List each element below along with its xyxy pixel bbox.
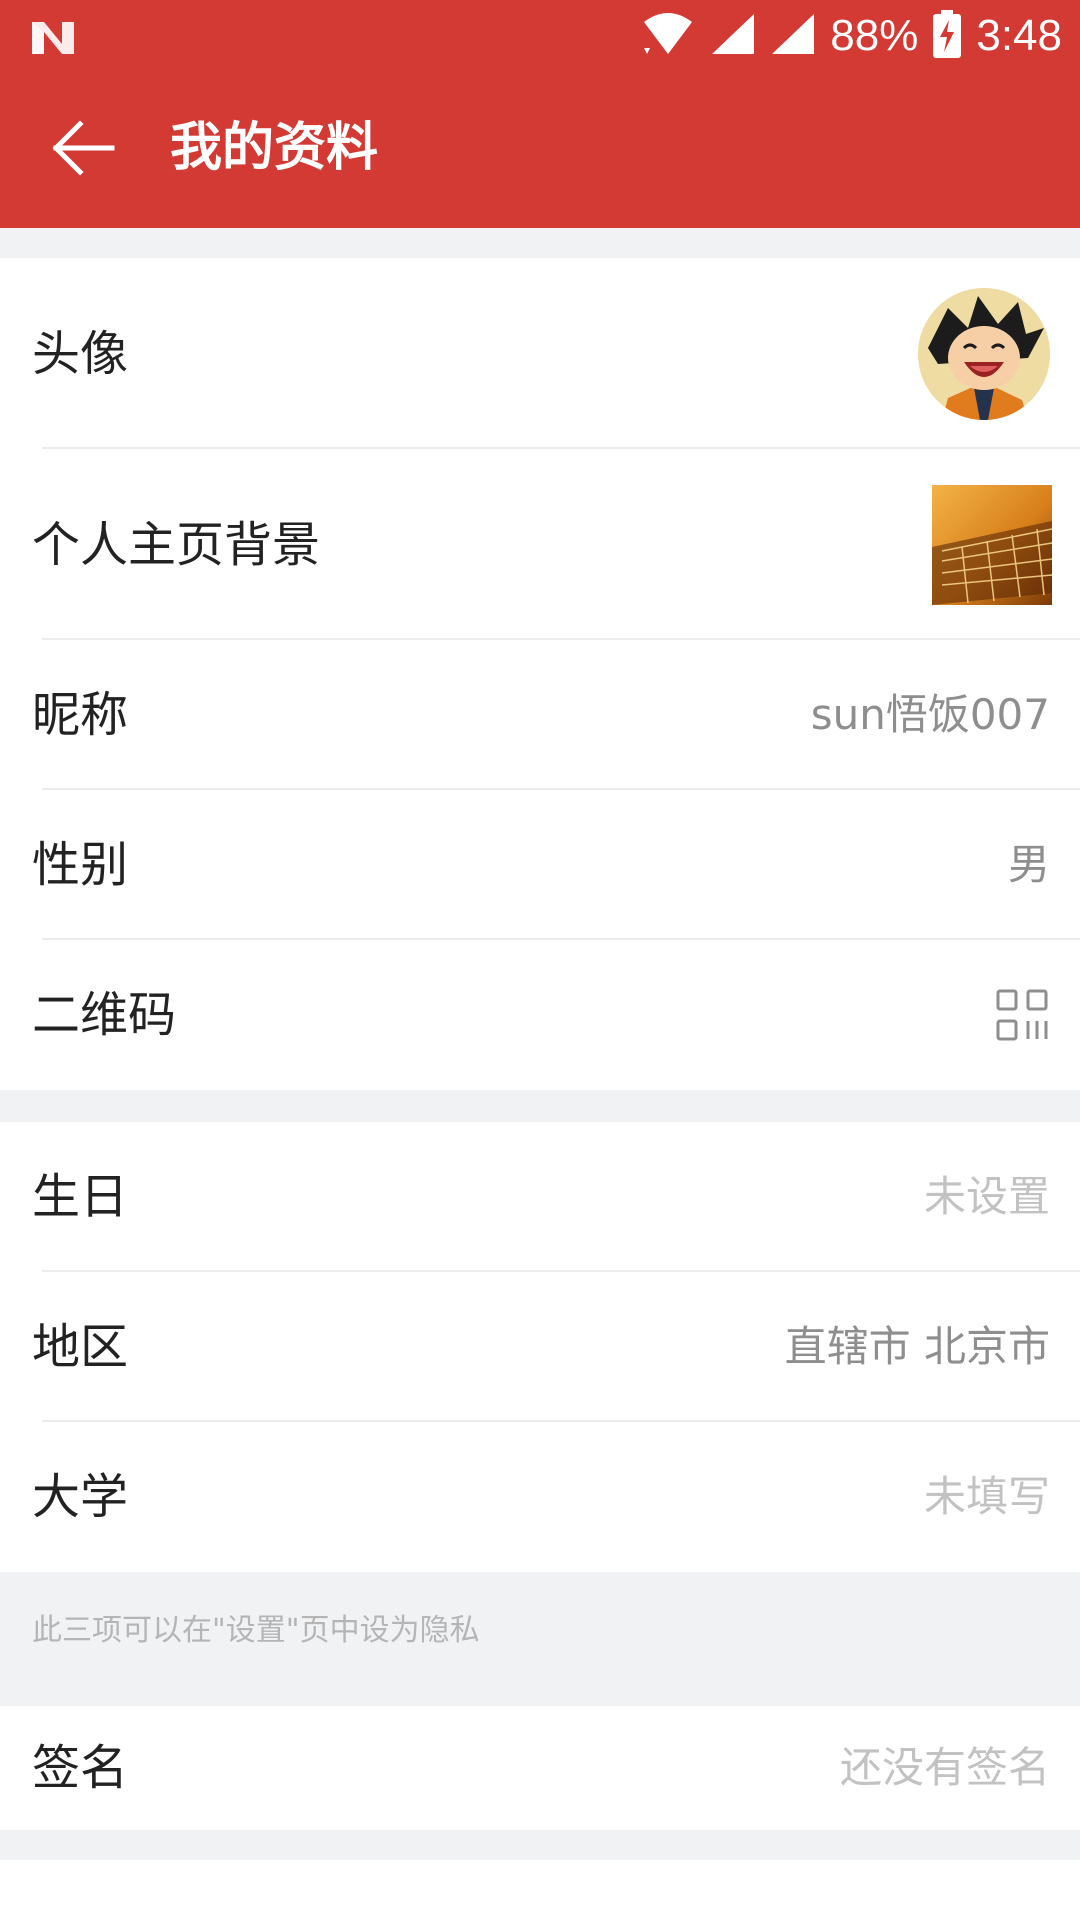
page-title: 我的资料: [170, 118, 379, 178]
university-row[interactable]: 大学 未填写: [0, 1422, 1080, 1572]
top-bar: 88% 3:48 我的资料: [0, 0, 1080, 228]
status-icons: 88% 3:48: [640, 10, 1062, 62]
nougat-logo-icon: [30, 18, 76, 58]
signature-row[interactable]: 签名 还没有签名: [0, 1706, 1080, 1830]
gender-label: 性别: [32, 837, 129, 893]
avatar-label: 头像: [32, 325, 129, 382]
nickname-label: 昵称: [32, 687, 129, 743]
qrcode-label: 二维码: [32, 987, 177, 1043]
details-group: 生日 未设置 地区 直辖市 北京市 大学 未填写: [0, 1122, 1080, 1572]
qrcode-row[interactable]: 二维码: [0, 940, 1080, 1090]
qr-code-icon: [996, 989, 1048, 1041]
gender-row[interactable]: 性别 男: [0, 790, 1080, 940]
signature-value: 还没有签名: [839, 1743, 1050, 1792]
signature-group: 签名 还没有签名: [0, 1706, 1080, 1830]
signature-label: 签名: [32, 1740, 129, 1796]
toolbar: 我的资料: [0, 72, 1080, 228]
cell-signal-icon: [710, 12, 756, 60]
next-group-partial: [0, 1860, 1080, 1920]
birthday-row[interactable]: 生日 未设置: [0, 1122, 1080, 1272]
back-button[interactable]: [36, 112, 132, 184]
back-arrow-icon: [52, 120, 115, 176]
birthday-label: 生日: [32, 1169, 129, 1225]
profile-background-row[interactable]: 个人主页背景: [0, 449, 1080, 640]
region-label: 地区: [32, 1319, 129, 1375]
clock: 3:48: [976, 11, 1062, 60]
battery-percent: 88%: [830, 11, 919, 60]
avatar: [918, 287, 1050, 420]
privacy-note: 此三项可以在"设置"页中设为隐私: [32, 1613, 480, 1648]
battery-charging-icon: [932, 10, 962, 62]
profile-background-label: 个人主页背景: [32, 516, 321, 573]
profile-background-thumbnail: [932, 484, 1052, 605]
avatar-row[interactable]: 头像: [0, 258, 1080, 449]
region-row[interactable]: 地区 直辖市 北京市: [0, 1272, 1080, 1422]
profile-group: 头像 个人主页背景 昵称 sun悟饭007 性别 男 二维码: [0, 258, 1080, 1090]
gender-value: 男: [1007, 840, 1050, 889]
cell-signal-2-icon: [770, 12, 816, 60]
wifi-icon: [640, 12, 696, 60]
status-bar: 88% 3:48: [0, 0, 1080, 72]
nickname-row[interactable]: 昵称 sun悟饭007: [0, 640, 1080, 790]
university-label: 大学: [32, 1469, 129, 1525]
university-value: 未填写: [923, 1472, 1050, 1521]
birthday-value: 未设置: [923, 1172, 1050, 1221]
nickname-value: sun悟饭007: [810, 690, 1050, 739]
region-value: 直辖市 北京市: [784, 1322, 1050, 1371]
